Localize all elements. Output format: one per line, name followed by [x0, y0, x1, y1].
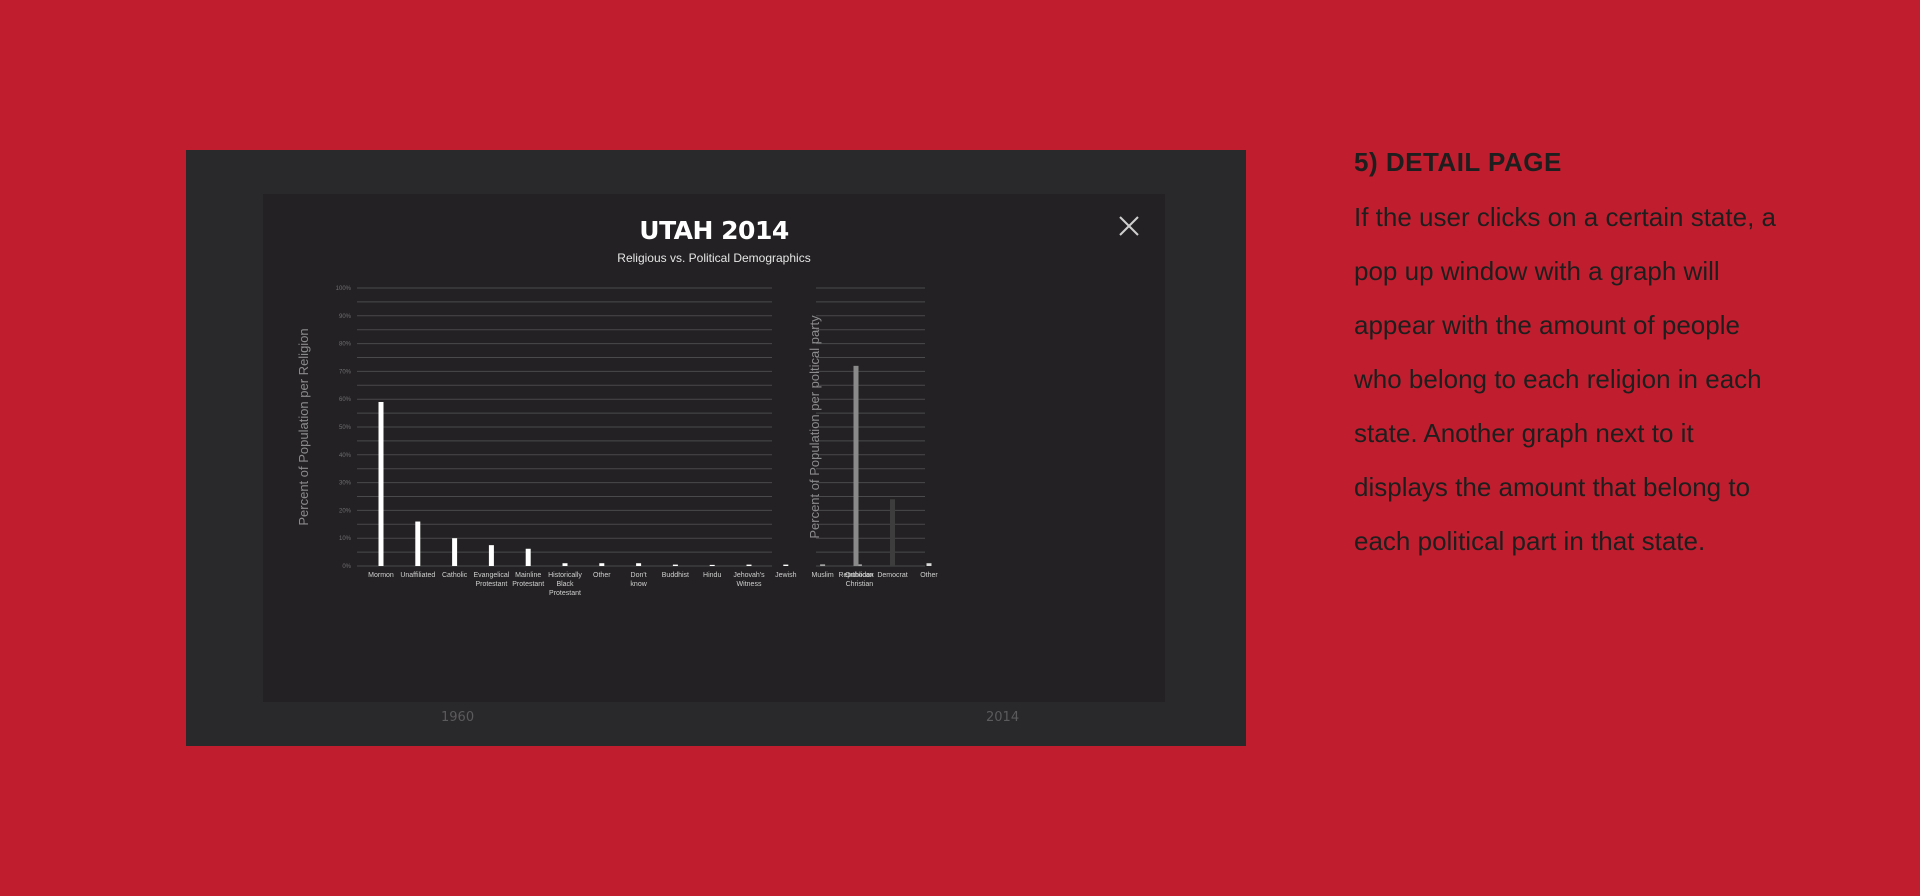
x-tick-label: Unaffiliated [400, 572, 435, 579]
y-tick-label: 0% [342, 564, 351, 570]
charts-canvas: 0% 10% 20% 30% 40% 50% 60% 70% 80% 90% 100% Percent… [296, 286, 938, 597]
bar-evangelical-protestant [488, 545, 494, 566]
x-tick-label: Witness [737, 581, 762, 588]
bar-unaffiliated [415, 521, 421, 566]
x-tick-label: Buddhist [662, 572, 689, 579]
y-tick-label: 80% [339, 342, 352, 348]
x-tick-label: Catholic [442, 572, 468, 579]
bar-hindu [709, 564, 715, 566]
x-tick-label: Other [593, 572, 611, 579]
bar-republican [853, 365, 859, 566]
y-axis-label: Percent of Population per poltical party [807, 315, 822, 539]
x-tick-label: Other [920, 572, 938, 579]
caption-text: If the user clicks on a certain state, a… [1354, 202, 1776, 556]
x-tick-label: Protestant [475, 581, 507, 588]
bar-jewish [783, 564, 789, 566]
bar-democrat [890, 499, 895, 566]
bar-other [926, 563, 932, 566]
bar-historically-black-protestant [562, 563, 568, 566]
y-tick-label: 90% [339, 314, 352, 320]
x-tick-label: Democrat [877, 572, 907, 579]
bar-catholic [452, 538, 458, 566]
x-tick-label: Historically [548, 572, 582, 579]
y-tick-label: 100% [336, 286, 352, 292]
y-tick-label: 70% [339, 369, 352, 375]
x-tick-label: Hindu [703, 572, 721, 579]
bar-jehovah-s-witness [746, 564, 752, 566]
state-detail-popup: UTAH 2014 Religious vs. Political Demogr… [263, 194, 1165, 702]
y-tick-label: 30% [339, 481, 352, 487]
bar-mormon [378, 401, 384, 566]
x-tick-label: know [630, 581, 647, 588]
timeline-year-start: 1960 [441, 710, 475, 725]
y-tick-label: 20% [339, 508, 352, 514]
x-tick-label: Republican [838, 572, 873, 579]
y-axis-label: Percent of Population per Religion [296, 328, 311, 525]
bar-buddhist [672, 564, 678, 566]
x-tick-label: Christian [846, 581, 874, 588]
x-tick-label: Muslim [812, 572, 834, 579]
app-screenshot: 1960 2014 UTAH 2014 Religious vs. Politi… [186, 150, 1246, 746]
bar-mainline-protestant [525, 548, 531, 566]
x-tick-label: Jewish [775, 572, 797, 579]
x-tick-label: Black [556, 581, 574, 588]
bar-other [599, 563, 605, 566]
bar-don-t-know [636, 563, 642, 566]
x-tick-label: Mainline [515, 572, 541, 579]
y-tick-label: 50% [339, 425, 352, 431]
timeline-year-end: 2014 [986, 710, 1020, 725]
y-tick-label: 10% [339, 536, 352, 542]
x-tick-label: Protestant [512, 581, 544, 588]
caption-title: 5) DETAIL PAGE [1354, 147, 1562, 177]
x-tick-label: Don't [631, 572, 647, 579]
x-tick-label: Protestant [549, 590, 581, 597]
x-tick-label: Jehovah's [733, 572, 765, 579]
y-tick-label: 60% [339, 397, 352, 403]
x-tick-label: Mormon [368, 572, 394, 579]
y-tick-label: 40% [339, 453, 352, 459]
x-tick-label: Evangelical [473, 572, 509, 579]
